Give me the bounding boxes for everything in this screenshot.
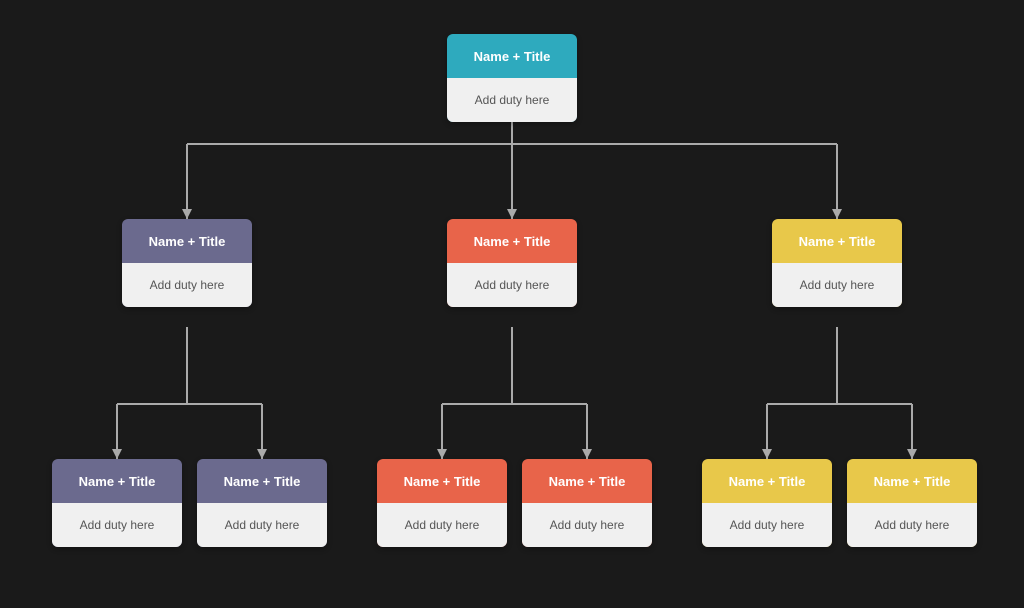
node-ll[interactable]: Name + Title Add duty here [52, 459, 182, 547]
node-right[interactable]: Name + Title Add duty here [772, 219, 902, 307]
org-chart: Name + Title Add duty here Name + Title … [22, 14, 1002, 594]
node-ll-header: Name + Title [52, 459, 182, 503]
node-cr-header: Name + Title [522, 459, 652, 503]
node-center[interactable]: Name + Title Add duty here [447, 219, 577, 307]
node-center-header: Name + Title [447, 219, 577, 263]
node-root[interactable]: Name + Title Add duty here [447, 34, 577, 122]
node-rl[interactable]: Name + Title Add duty here [702, 459, 832, 547]
node-cl-header: Name + Title [377, 459, 507, 503]
node-rl-header: Name + Title [702, 459, 832, 503]
node-center-body: Add duty here [447, 263, 577, 307]
node-rr[interactable]: Name + Title Add duty here [847, 459, 977, 547]
node-root-header: Name + Title [447, 34, 577, 78]
node-left-header: Name + Title [122, 219, 252, 263]
node-cl-body: Add duty here [377, 503, 507, 547]
node-right-body: Add duty here [772, 263, 902, 307]
node-left[interactable]: Name + Title Add duty here [122, 219, 252, 307]
node-lr[interactable]: Name + Title Add duty here [197, 459, 327, 547]
node-ll-body: Add duty here [52, 503, 182, 547]
node-cr-body: Add duty here [522, 503, 652, 547]
node-root-body: Add duty here [447, 78, 577, 122]
node-rr-body: Add duty here [847, 503, 977, 547]
node-rl-body: Add duty here [702, 503, 832, 547]
node-lr-body: Add duty here [197, 503, 327, 547]
node-rr-header: Name + Title [847, 459, 977, 503]
node-lr-header: Name + Title [197, 459, 327, 503]
node-cr[interactable]: Name + Title Add duty here [522, 459, 652, 547]
node-left-body: Add duty here [122, 263, 252, 307]
node-right-header: Name + Title [772, 219, 902, 263]
node-cl[interactable]: Name + Title Add duty here [377, 459, 507, 547]
